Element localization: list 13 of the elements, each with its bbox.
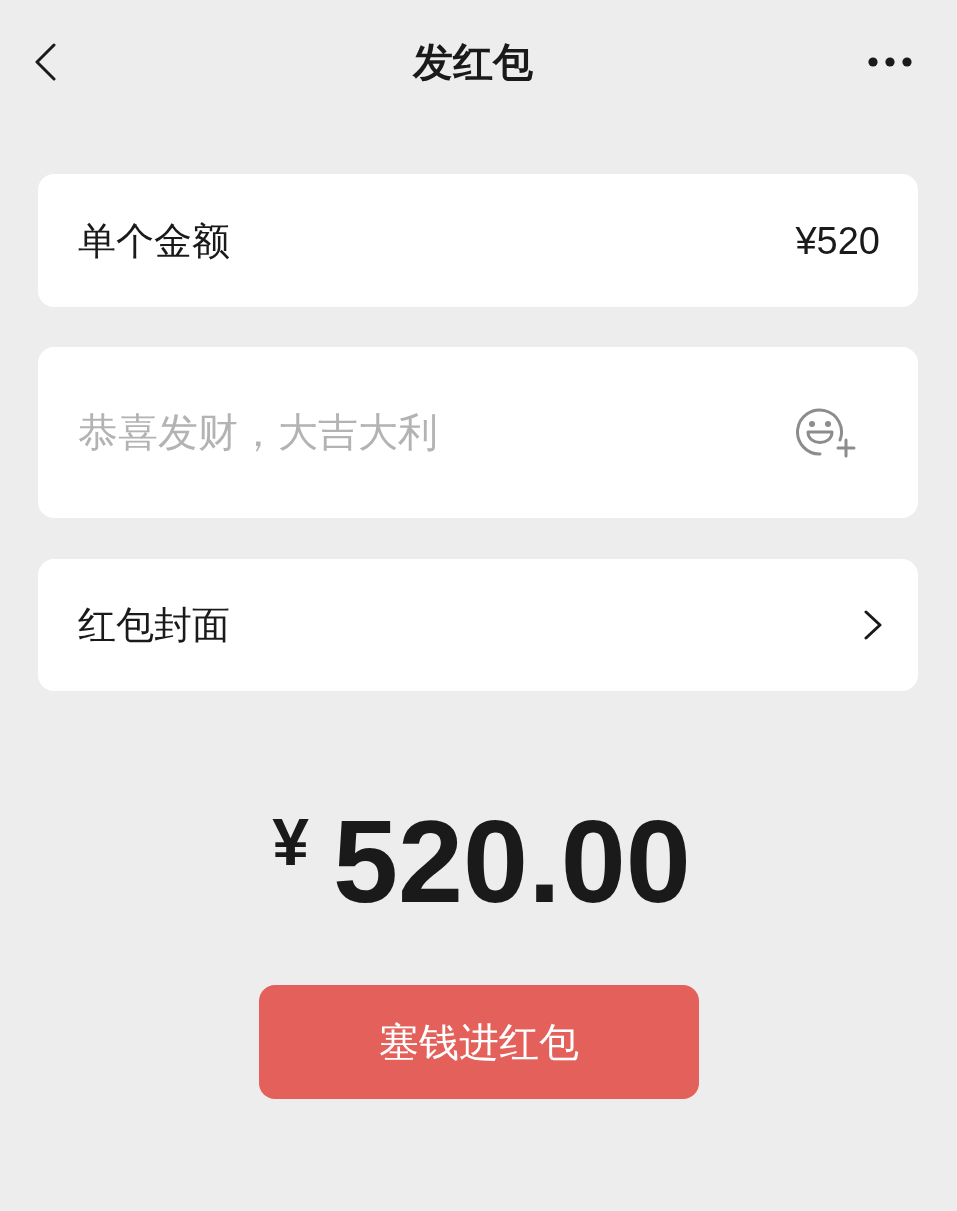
page-title: 发红包 [413,42,533,82]
more-icon[interactable] [868,57,912,67]
back-icon[interactable] [34,43,56,81]
currency-symbol: ¥ [272,809,309,875]
emoji-add-icon[interactable] [796,407,858,458]
total-amount: 520.00 [332,803,691,920]
chevron-right-icon [864,610,882,640]
amount-label: 单个金额 [78,221,230,260]
greeting-input[interactable]: 恭喜发财，大吉大利 [78,402,780,463]
cover-row[interactable]: 红包封面 [38,559,918,691]
cover-label: 红包封面 [78,606,230,644]
amount-value: ¥520 [795,221,880,260]
greeting-field[interactable]: 恭喜发财，大吉大利 [38,347,918,518]
